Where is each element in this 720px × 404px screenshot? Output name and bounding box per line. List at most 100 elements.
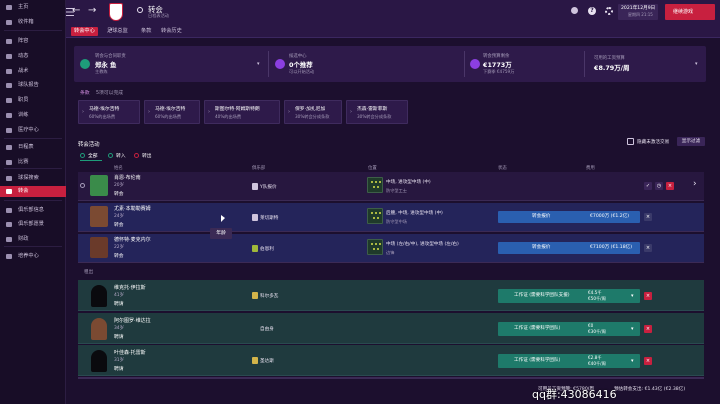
budget-value[interactable]: €1773万: [483, 60, 512, 69]
club-name[interactable]: 圣达斯: [260, 358, 274, 364]
player-status: 转会: [114, 192, 124, 197]
accept-icon[interactable]: ✓: [644, 182, 652, 190]
sidebar-item-14[interactable]: 俱乐部愿景: [0, 219, 66, 230]
heart-icon[interactable]: [571, 7, 578, 14]
filter-tab-1[interactable]: 转入: [116, 152, 126, 159]
transfer-offer-button[interactable]: 转会报价 €7100万 (€1.18亿): [498, 242, 640, 254]
settings-gear-icon[interactable]: [605, 7, 613, 15]
continue-button[interactable]: 继续游戏: [665, 4, 715, 20]
table-row[interactable]: 阿尔图罗·维达拉 34岁 聘请 自由身 工作证 (需要科学团队) €0 €30千/周 ▾ ×: [78, 313, 704, 344]
clause-card[interactable]: › 马德·埃尔吉特 60%的出场费: [78, 100, 140, 124]
transfer-offer-button[interactable]: 转会报价 €7000万 (€1.2亿): [498, 211, 640, 223]
col-header-fee[interactable]: 费用: [586, 165, 595, 171]
reject-icon[interactable]: ×: [644, 357, 652, 365]
player-status: 转会: [114, 223, 124, 228]
player-name[interactable]: 肖恩·布伦南: [114, 174, 141, 181]
cancel-icon[interactable]: ×: [644, 213, 652, 221]
player-name[interactable]: 叶佳森·托雷斯: [114, 349, 146, 356]
footer-scrollbar[interactable]: [78, 377, 704, 379]
table-row[interactable]: 肖恩·布伦南 20岁 转会 Y队报价 中场, 进攻型中场 (中) 防守型工士 ✓ ◷ × ›: [78, 172, 704, 201]
clock-icon[interactable]: ◷: [655, 182, 663, 190]
tab-2[interactable]: 条款: [138, 27, 154, 36]
col-header-position[interactable]: 位置: [368, 165, 377, 171]
sidebar-item-icon: [6, 208, 12, 213]
col-header-club[interactable]: 俱乐部: [252, 165, 265, 171]
shortlist-value[interactable]: 0个推荐: [289, 60, 313, 69]
director-dropdown-icon[interactable]: ▾: [257, 61, 260, 67]
player-name[interactable]: 维克托·伊拉斯: [114, 284, 146, 291]
player-name[interactable]: 阿尔图罗·维达拉: [114, 317, 151, 324]
player-name[interactable]: 尤素·本勒勒赛姆: [114, 205, 151, 212]
sidebar-item-16[interactable]: 培养中心: [0, 251, 66, 262]
club-name[interactable]: Y队报价: [260, 184, 277, 190]
sidebar-item-8[interactable]: 医疗中心: [0, 125, 66, 136]
sidebar-item-15[interactable]: 财政: [0, 234, 66, 245]
work-permit-button[interactable]: 工作证 (需要科学团队) €2.8千 €40千/周 ▾: [498, 354, 640, 368]
clause-card[interactable]: › 保罗·加扎尼加 30%转会分成条款: [284, 100, 342, 124]
filter-tab-2[interactable]: 转出: [142, 152, 152, 159]
row-expand-chevron-icon[interactable]: ›: [693, 179, 697, 189]
sidebar-item-11[interactable]: 球探搜索: [0, 173, 66, 184]
tab-3[interactable]: 转会历史: [158, 27, 185, 36]
page-subtitle: 日程表活动: [148, 13, 169, 18]
forward-arrow-icon[interactable]: →: [88, 5, 96, 16]
help-icon[interactable]: ?: [588, 7, 596, 15]
clause-card[interactable]: › 斯图尔特·阿姆斯特朗 40%的出场费: [204, 100, 280, 124]
col-header-player[interactable]: 姓名: [114, 165, 123, 171]
player-name[interactable]: 德怀特·麦克内尔: [114, 236, 151, 243]
wage-dropdown-icon[interactable]: ▾: [695, 61, 698, 67]
clause-card-sub: 60%的出场费: [89, 114, 116, 119]
filter-tab-0[interactable]: 全部: [88, 152, 98, 159]
club-crest-icon[interactable]: [109, 3, 123, 21]
sidebar-item-0[interactable]: 主页: [0, 2, 66, 13]
hide-inactive-checkbox[interactable]: [627, 138, 634, 145]
sidebar-item-label: 训练: [18, 112, 29, 118]
reject-icon[interactable]: ×: [666, 182, 674, 190]
table-row[interactable]: 德怀特·麦克内尔 22岁 转会 伯恩利 中场 (左/右/中), 进攻型中场 (左/右) 边…: [78, 234, 704, 263]
club-name[interactable]: 莱切斯特: [260, 215, 278, 221]
sidebar-item-9[interactable]: 日程表: [0, 142, 66, 153]
tab-0[interactable]: 转会中心: [71, 27, 98, 36]
work-permit-button[interactable]: 工作证 (需要科学团队) €0 €30千/周 ▾: [498, 322, 640, 336]
sidebar-item-label: 日程表: [18, 144, 34, 150]
clause-card[interactable]: › 杰森·雷斯菲斯 30%转会分成条款: [346, 100, 408, 124]
clauses-link[interactable]: 条款: [80, 89, 90, 96]
cancel-icon[interactable]: ×: [644, 244, 652, 252]
shortlist-sub: 可以开始活动: [289, 69, 315, 74]
sidebar-item-3[interactable]: 动态: [0, 51, 66, 62]
reject-icon[interactable]: ×: [644, 292, 652, 300]
table-row[interactable]: 尤素·本勒勒赛姆 24岁 转会 莱切斯特 后腰, 中场, 进攻型中场 (中) 防守型中场 转…: [78, 203, 704, 232]
filter-button[interactable]: 显示过滤: [677, 137, 705, 146]
player-status: 聘请: [114, 367, 124, 372]
club-name[interactable]: 自由身: [260, 326, 274, 332]
tab-1[interactable]: 足球总监: [104, 27, 131, 36]
reject-icon[interactable]: ×: [644, 325, 652, 333]
sidebar-item-icon: [6, 69, 12, 74]
sidebar-item-icon: [6, 20, 12, 25]
col-header-status[interactable]: 状态: [498, 165, 507, 171]
sidebar-item-1[interactable]: 收件箱: [0, 17, 66, 28]
row-select-radio[interactable]: [80, 183, 85, 188]
player-status: 聘请: [114, 335, 124, 340]
back-arrow-icon[interactable]: ←: [72, 5, 80, 16]
sidebar-item-2[interactable]: 阵容: [0, 36, 66, 47]
table-row[interactable]: 叶佳森·托雷斯 31岁 聘请 圣达斯 工作证 (需要科学团队) €2.8千 €40千/周 ▾ ×: [78, 345, 704, 376]
sidebar-item-4[interactable]: 战术: [0, 66, 66, 77]
sidebar-item-10[interactable]: 比赛: [0, 157, 66, 168]
sidebar-item-13[interactable]: 俱乐部信息: [0, 205, 66, 216]
club-name[interactable]: 伯恩利: [260, 246, 274, 252]
director-name[interactable]: 郑永 鱼: [95, 60, 116, 69]
work-permit-button[interactable]: 工作证 (需要科学团队支援) €4.5千 €50千/周 ▾: [498, 289, 640, 303]
clause-card[interactable]: › 马德·埃尔吉特 60%的出场费: [144, 100, 200, 124]
club-crest-icon: [252, 245, 258, 252]
sidebar-item-6[interactable]: 职员: [0, 95, 66, 106]
table-row[interactable]: 维克托·伊拉斯 41岁 聘请 科尔多瓦 工作证 (需要科学团队支援) €4.5千 €50千/…: [78, 280, 704, 311]
sidebar-item-7[interactable]: 训练: [0, 110, 66, 121]
club-name[interactable]: 科尔多瓦: [260, 293, 278, 299]
shortlist-icon: [275, 59, 285, 69]
subnav-chevron-icon[interactable]: ▾: [110, 27, 113, 33]
wage-value[interactable]: €8.79万/周: [594, 63, 629, 72]
sidebar-item-5[interactable]: 球队报告: [0, 80, 66, 91]
sidebar-item-12[interactable]: 转会: [0, 186, 66, 197]
search-icon[interactable]: [137, 7, 143, 13]
